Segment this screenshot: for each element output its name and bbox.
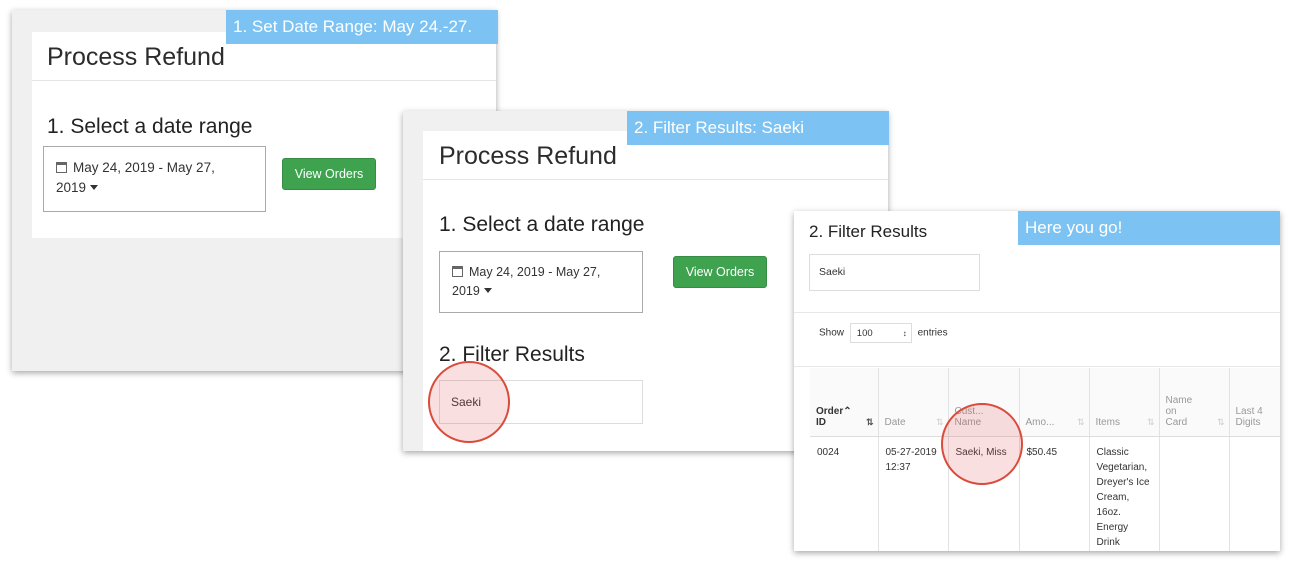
title-divider <box>32 80 496 81</box>
col-label: Digits <box>1235 417 1261 428</box>
caret-down-icon <box>483 288 492 293</box>
highlight-circle-customer <box>941 403 1023 485</box>
date-range-start: May 24, 2019 - May 27, <box>73 160 215 175</box>
table-row[interactable]: 0024 05-27-2019 12:37 Saeki, Miss $50.45… <box>810 436 1280 551</box>
col-label: Name <box>1165 395 1193 406</box>
col-label: Order <box>816 406 844 417</box>
col-date[interactable]: Date ⇅ <box>878 368 949 437</box>
results-table: Order⌃ ID ⇅ Date ⇅ Cust... Name Amo... ⇅ <box>810 368 1280 551</box>
col-label: Card <box>1165 417 1188 428</box>
sort-icon: ⇅ <box>1076 417 1085 427</box>
col-label: Items <box>1095 417 1120 428</box>
item-line: Classic <box>1096 447 1129 458</box>
screenshot-panel-step3: 2. Filter Results Saeki Show 100 ↕ entri… <box>794 211 1280 551</box>
cell-date-day: 05-27-2019 <box>885 447 937 458</box>
item-line: 16oz. <box>1096 507 1121 518</box>
date-range-heading: 1. Select a date range <box>439 213 645 236</box>
page-title: Process Refund <box>47 43 225 71</box>
col-items[interactable]: Items ⇅ <box>1089 368 1160 437</box>
filter-results-heading: 2. Filter Results <box>809 222 928 241</box>
item-line: Vegetarian, <box>1096 462 1148 473</box>
date-range-picker[interactable]: May 24, 2019 - May 27, 2019 <box>439 251 643 313</box>
cell-date: 05-27-2019 12:37 <box>878 436 949 551</box>
sort-up-icon: ⌃ <box>843 406 852 417</box>
sort-icon: ⇅ <box>1146 417 1155 427</box>
col-label: ID <box>816 417 826 428</box>
col-label: Date <box>884 417 906 428</box>
calendar-icon <box>452 266 463 277</box>
date-range-start: May 24, 2019 - May 27, <box>469 265 601 279</box>
table-top-divider <box>794 366 1280 367</box>
cell-amount: $50.45 <box>1019 436 1090 551</box>
cell-name-on-card <box>1159 436 1230 551</box>
col-amount[interactable]: Amo... ⇅ <box>1019 368 1090 437</box>
table-header-row: Order⌃ ID ⇅ Date ⇅ Cust... Name Amo... ⇅ <box>810 368 1280 437</box>
col-label: Last 4 <box>1235 406 1263 417</box>
section-divider <box>794 312 1280 313</box>
show-label: Show <box>819 327 845 339</box>
view-orders-button[interactable]: View Orders <box>282 158 376 190</box>
col-label: Amo... <box>1025 417 1055 428</box>
entries-select-value: 100 <box>856 328 873 339</box>
caret-down-icon <box>90 185 99 190</box>
title-divider <box>423 179 888 180</box>
item-line: Drink <box>1096 537 1120 548</box>
caption-step2: 2. Filter Results: Saeki <box>627 111 889 145</box>
view-orders-button[interactable]: View Orders <box>673 256 767 288</box>
item-line: Energy <box>1096 522 1129 533</box>
col-last4[interactable]: Last 4 Digits <box>1229 368 1280 437</box>
entries-control: Show 100 ↕ entries <box>819 323 948 343</box>
entries-select[interactable]: 100 ↕ <box>849 323 912 343</box>
date-range-picker[interactable]: May 24, 2019 - May 27, 2019 <box>43 146 266 212</box>
sort-icon: ⇅ <box>1216 417 1225 427</box>
sort-icon: ⇅ <box>865 417 874 427</box>
select-arrows-icon: ↕ <box>902 329 907 338</box>
cell-last4 <box>1229 436 1280 551</box>
entries-label: entries <box>917 327 948 339</box>
sort-icon: ⇅ <box>935 417 944 427</box>
date-range-heading: 1. Select a date range <box>47 115 253 138</box>
page-title: Process Refund <box>439 142 617 170</box>
calendar-icon <box>56 162 67 173</box>
caption-step1: 1. Set Date Range: May 24.-27. <box>226 10 498 44</box>
col-name-on-card[interactable]: Name on Card ⇅ <box>1159 368 1230 437</box>
cell-date-time: 12:37 <box>885 462 911 473</box>
highlight-circle-filter <box>428 361 510 443</box>
col-label: on <box>1165 406 1177 417</box>
date-range-end: 2019 <box>452 284 480 298</box>
caption-step3: Here you go! <box>1018 211 1280 245</box>
item-line: Cream, <box>1096 492 1130 503</box>
item-line: Dreyer's Ice <box>1096 477 1150 488</box>
cell-order-id: 0024 <box>810 436 879 551</box>
filter-input[interactable]: Saeki <box>809 254 980 291</box>
cell-items: Classic Vegetarian, Dreyer's Ice Cream, … <box>1089 436 1160 551</box>
date-range-end: 2019 <box>56 180 87 195</box>
col-order-id[interactable]: Order⌃ ID ⇅ <box>810 368 879 437</box>
